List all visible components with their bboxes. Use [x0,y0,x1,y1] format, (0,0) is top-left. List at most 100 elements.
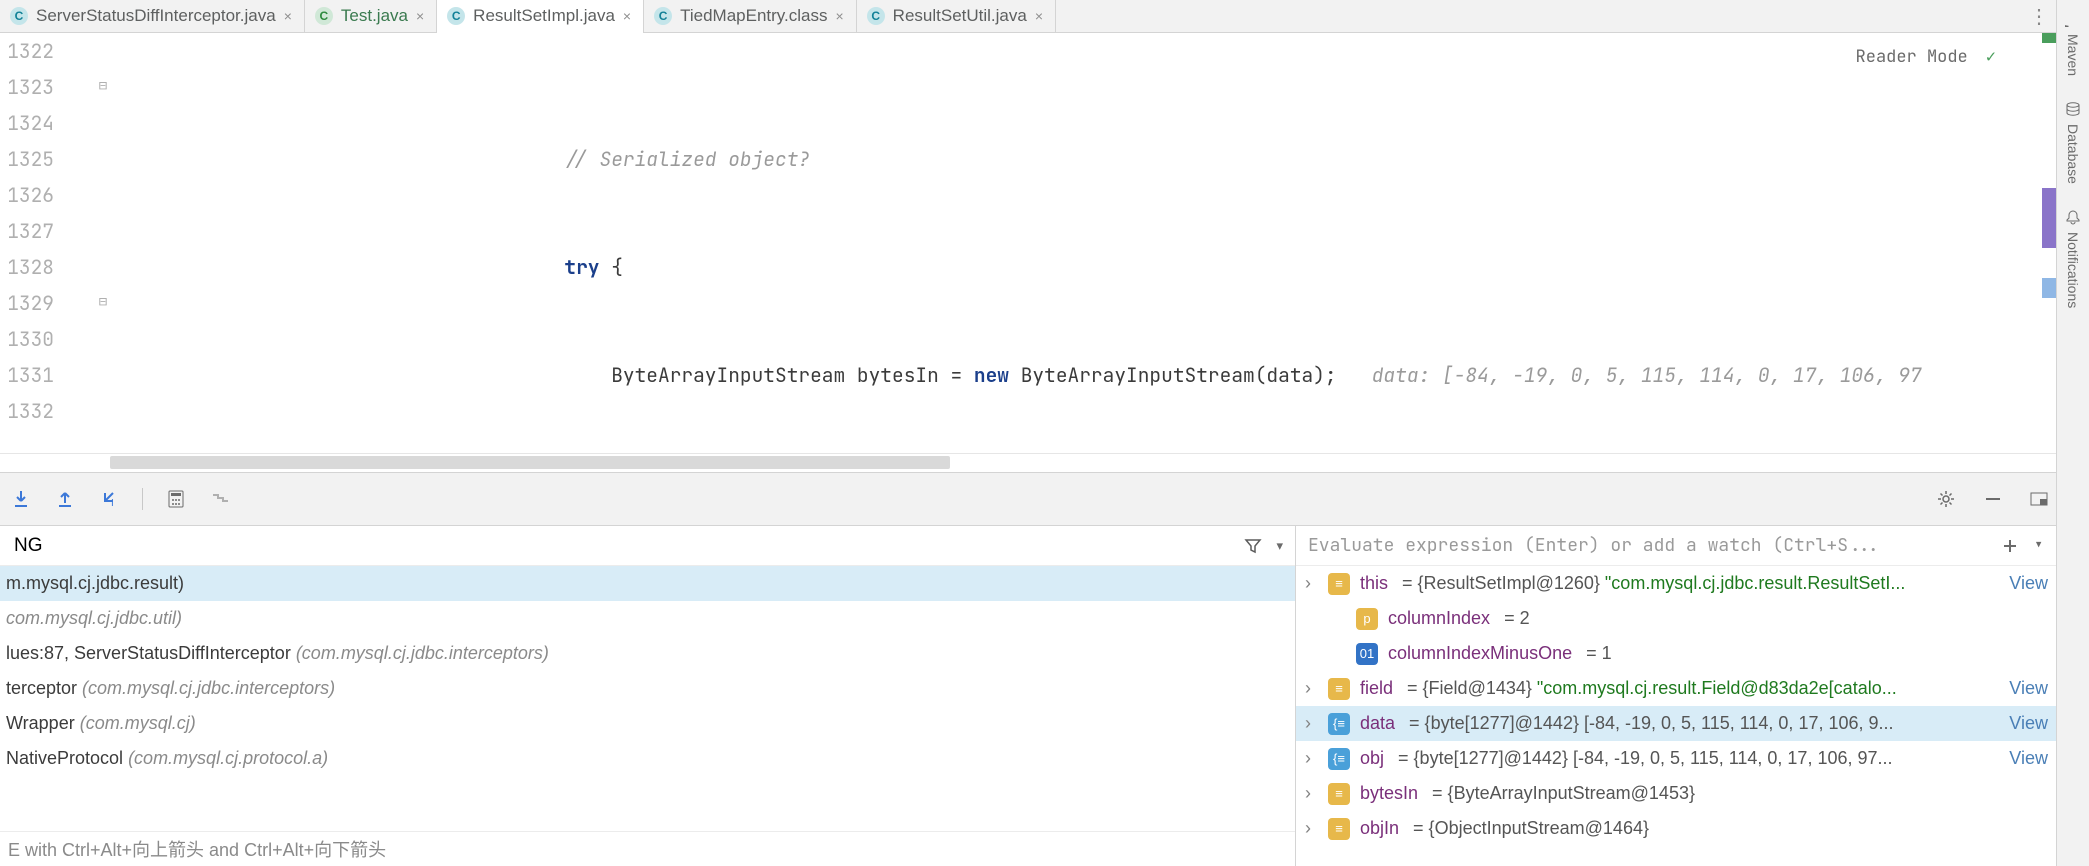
stack-frame[interactable]: Wrapper (com.mysql.cj) [0,706,1295,741]
stack-frame[interactable]: lues:87, ServerStatusDiffInterceptor (co… [0,636,1295,671]
calculator-icon[interactable] [163,486,189,512]
notifications-tool-button[interactable]: Notifications [2064,204,2082,312]
var-value: = {ResultSetImpl@1260} "com.mysql.cj.jdb… [1398,566,1991,601]
tab-serverstatus[interactable]: CServerStatusDiffInterceptor.java× [0,0,305,33]
frames-dropdown-icon[interactable]: ▾ [1276,538,1283,554]
fold-toggle-icon[interactable]: ⊟ [96,79,110,93]
variable-row[interactable]: 01columnIndexMinusOne= 1 [1296,636,2056,671]
fold-column: ⊟ ⊟ [64,33,114,453]
minimize-icon[interactable] [1984,490,2002,508]
var-name: this [1360,566,1388,601]
java-file-icon: C [654,7,672,25]
add-watch-icon[interactable] [2001,537,2019,555]
stack-frame[interactable]: m.mysql.cj.jdbc.result) [0,566,1295,601]
frames-filter-input[interactable] [12,534,1230,558]
stack-frame[interactable]: com.mysql.cj.jdbc.util) [0,601,1295,636]
evaluate-input[interactable]: Evaluate expression (Enter) or add a wat… [1308,534,1987,557]
expand-icon[interactable]: › [1300,671,1316,706]
variable-row[interactable]: › {≡ data = {byte[1277]@1442} [-84, -19, 0,… [1296,706,2056,741]
close-icon[interactable]: × [284,8,292,24]
step-out-icon[interactable] [52,486,78,512]
code-editor[interactable]: 1322132313241325132613271328132913301331… [0,33,2056,453]
stack-frame[interactable]: NativeProtocol (com.mysql.cj.protocol.a) [0,741,1295,776]
maven-tool-button[interactable]: mMaven [2064,6,2082,80]
variable-row[interactable]: ›≡objIn= {ObjectInputStream@1464} [1296,811,2056,846]
var-name: bytesIn [1360,776,1418,811]
vars-dropdown-icon[interactable]: ▾ [2033,534,2044,557]
close-icon[interactable]: × [623,8,631,24]
reader-mode-button[interactable]: Reader Mode✓ [1856,39,1996,75]
tab-resultsetimpl[interactable]: CResultSetImpl.java× [437,0,644,33]
editor-tabs: CServerStatusDiffInterceptor.java× CTest… [0,0,2056,33]
bell-icon [2064,208,2082,226]
debug-panels: ▾ m.mysql.cj.jdbc.result) com.mysql.cj.j… [0,525,2056,866]
trace-icon[interactable] [207,486,233,512]
database-icon [2064,100,2082,118]
java-file-icon: C [867,7,885,25]
variables-tree[interactable]: › ≡ this = {ResultSetImpl@1260} "com.mysql.… [1296,566,2056,866]
var-name: columnIndex [1388,601,1490,636]
variable-row[interactable]: ›≡field= {Field@1434} "com.mysql.cj.resu… [1296,671,2056,706]
frames-list[interactable]: m.mysql.cj.jdbc.result) com.mysql.cj.jdb… [0,566,1295,831]
stack-frame[interactable]: terceptor (com.mysql.cj.jdbc.interceptor… [0,671,1295,706]
java-file-icon: C [10,7,28,25]
var-name: data [1360,706,1395,741]
line-gutter: 1322132313241325132613271328132913301331… [0,33,64,453]
drop-frame-icon[interactable]: I [96,486,122,512]
funnel-icon[interactable] [1244,537,1262,555]
variable-row[interactable]: › {≡ obj = {byte[1277]@1442} [-84, -19, 0, … [1296,741,2056,776]
view-link[interactable]: View [2009,671,2048,706]
expand-icon[interactable]: › [1300,776,1316,811]
var-value: = 1 [1582,636,2056,671]
var-type-icon: ≡ [1328,678,1350,700]
variable-row[interactable]: p columnIndex = 2 [1296,601,2056,636]
variable-row[interactable]: › ≡ bytesIn = {ByteArrayInputStream@1453} [1296,776,2056,811]
var-value: = {ByteArrayInputStream@1453} [1428,776,2056,811]
java-file-icon: C [447,7,465,25]
var-type-icon: {≡ [1328,748,1350,770]
svg-text:I: I [111,498,114,509]
frames-navigation-hint: E with Ctrl+Alt+向上箭头 and Ctrl+Alt+向下箭头 [0,831,1295,866]
expand-icon[interactable]: › [1300,741,1316,776]
var-type-icon: ≡ [1328,783,1350,805]
scrollbar-thumb[interactable] [110,456,950,469]
var-name: obj [1360,741,1384,776]
code-area[interactable]: Reader Mode✓ // Serialized object? try {… [114,33,2056,453]
fold-toggle-icon[interactable]: ⊟ [96,295,110,309]
var-value: = 2 [1500,601,2056,636]
close-icon[interactable]: × [1035,8,1043,24]
step-into-icon[interactable] [8,486,34,512]
close-icon[interactable]: × [835,8,843,24]
variable-row[interactable]: ›≡this= {ResultSetImpl@1260} "com.mysql.… [1296,566,2056,601]
var-type-icon: p [1356,608,1378,630]
var-value: = {ObjectInputStream@1464} [1409,811,2056,846]
var-type-icon: 01 [1356,643,1378,665]
horizontal-scrollbar[interactable] [0,453,2056,472]
layout-icon[interactable] [2030,490,2048,508]
database-tool-button[interactable]: Database [2064,96,2082,188]
expand-icon[interactable]: › [1300,811,1316,846]
var-value: = {byte[1277]@1442} [-84, -19, 0, 5, 115… [1394,741,1991,776]
java-file-icon: C [315,7,333,25]
expand-icon[interactable]: › [1300,706,1316,741]
tab-resultsetutil[interactable]: CResultSetUtil.java× [857,0,1056,33]
close-icon[interactable]: × [416,8,424,24]
var-value: = {byte[1277]@1442} [-84, -19, 0, 5, 115… [1405,706,1991,741]
evaluate-bar: Evaluate expression (Enter) or add a wat… [1296,526,2056,566]
editor-overview-ruler[interactable] [2042,33,2056,453]
variables-pane: Evaluate expression (Enter) or add a wat… [1296,526,2056,866]
var-type-icon: ≡ [1328,818,1350,840]
expand-icon[interactable]: › [1300,566,1316,601]
tab-tiedmapentry[interactable]: CTiedMapEntry.class× [644,0,857,33]
view-link[interactable]: View [2009,706,2048,741]
gear-icon[interactable] [1936,489,1956,509]
tabs-more-icon[interactable]: ⋮ [2022,4,2056,29]
var-type-icon: {≡ [1328,713,1350,735]
var-name: field [1360,671,1393,706]
tab-test[interactable]: CTest.java× [305,0,437,33]
right-tool-column: mMaven Database Notifications [2056,0,2089,866]
view-link[interactable]: View [2009,566,2048,601]
frames-filter-bar: ▾ [0,526,1295,566]
check-icon: ✓ [1986,39,1996,75]
view-link[interactable]: View [2009,741,2048,776]
